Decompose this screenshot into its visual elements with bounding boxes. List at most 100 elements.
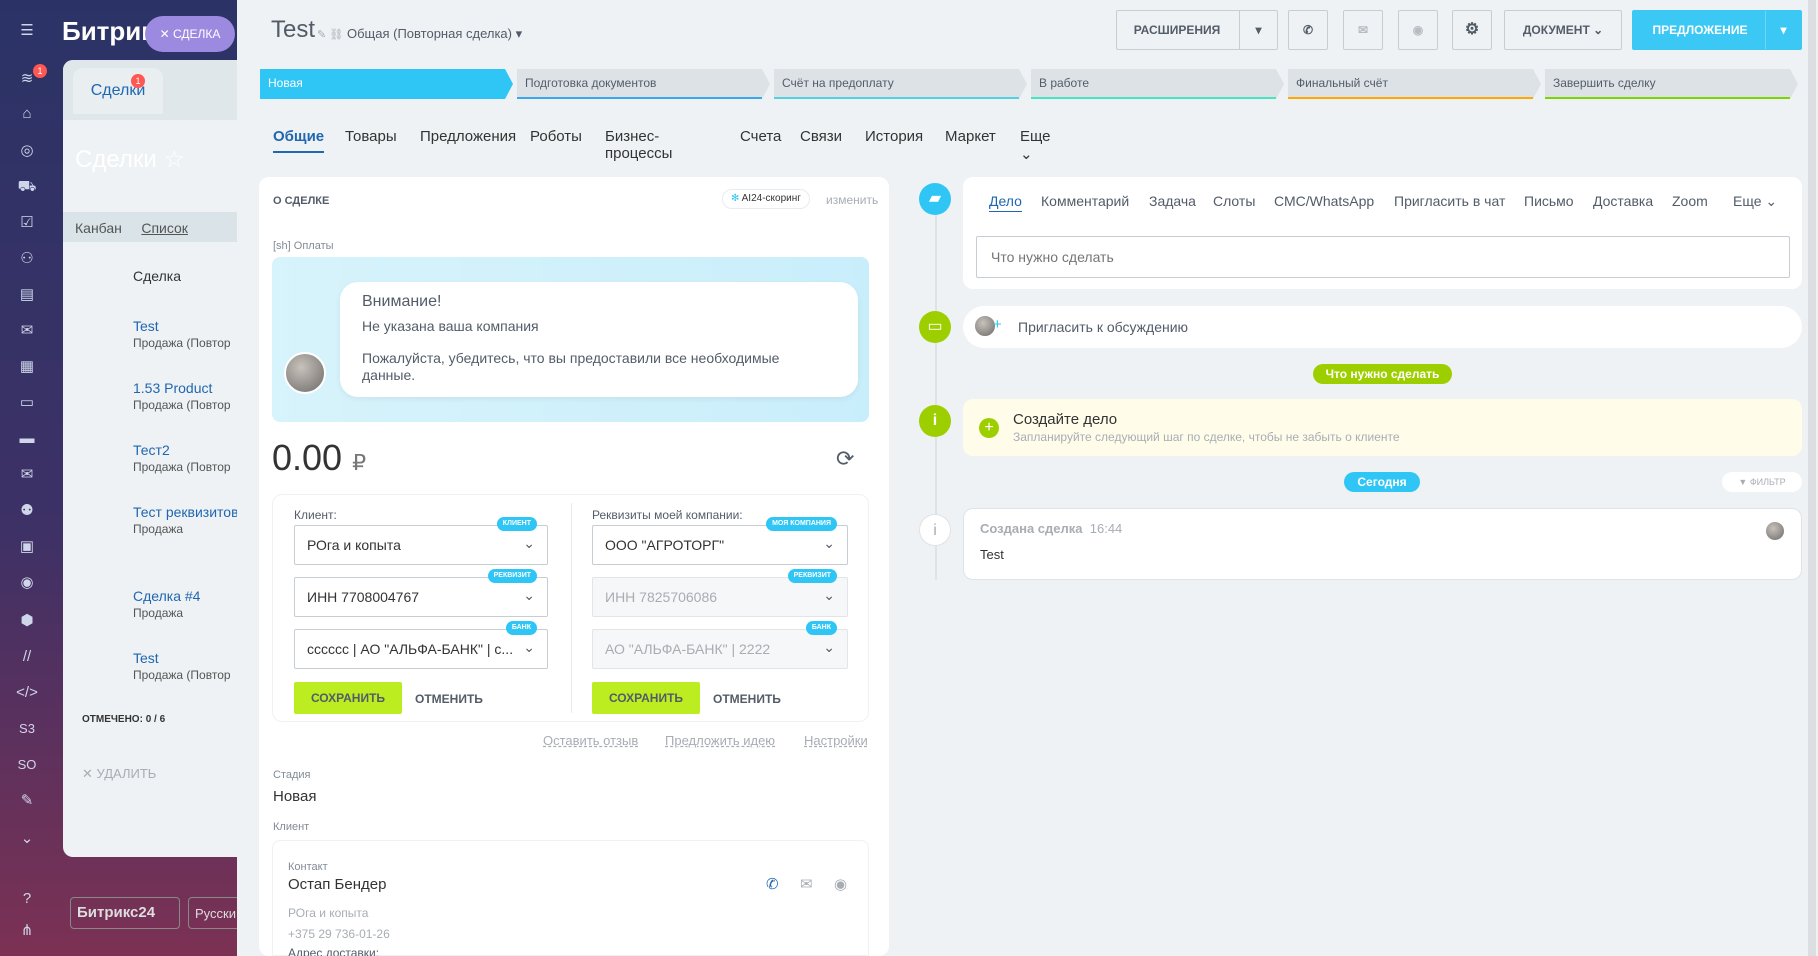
activity-tab-invite[interactable]: Пригласить в чат bbox=[1394, 193, 1505, 209]
proposal-button[interactable]: ПРЕДЛОЖЕНИЕ ▾ bbox=[1632, 10, 1802, 50]
my-bank-select[interactable]: АО "АЛЬФА-БАНК" | 2222 ⌄ БАНК bbox=[592, 621, 848, 669]
view-list[interactable]: Список bbox=[141, 220, 188, 236]
card-icon[interactable]: ▣ bbox=[16, 536, 38, 558]
tab-proposals[interactable]: Предложения bbox=[420, 128, 516, 145]
add-icon[interactable]: + bbox=[979, 418, 999, 438]
activity-icon: ▰ bbox=[919, 183, 951, 215]
my-inn-select[interactable]: ИНН 7825706086 ⌄ РЕКВИЗИТ bbox=[592, 569, 848, 617]
scrollbar[interactable] bbox=[1807, 0, 1818, 956]
create-title[interactable]: Создайте дело bbox=[1013, 411, 1117, 428]
idea-link[interactable]: Предложить идею bbox=[665, 733, 775, 748]
stage-field-label: Стадия bbox=[273, 769, 311, 781]
tab-more[interactable]: Еще ⌄ bbox=[1020, 128, 1051, 163]
s3-icon[interactable]: S3 bbox=[16, 718, 38, 740]
client-select[interactable]: РОга и копыта ⌄ КЛИЕНТ bbox=[294, 517, 548, 565]
activity-tab-more[interactable]: Еще ⌄ bbox=[1733, 193, 1777, 210]
delete-label: УДАЛИТЬ bbox=[96, 766, 157, 781]
my-save-button[interactable]: СОХРАНИТЬ bbox=[592, 682, 700, 714]
my-bank: АО "АЛЬФА-БАНК" | 2222 bbox=[605, 641, 771, 657]
client-cancel-button[interactable]: ОТМЕНИТЬ bbox=[415, 692, 483, 706]
title-edit-icon[interactable]: ✎ ⛓ bbox=[317, 28, 343, 41]
menu-icon[interactable]: ☰ bbox=[16, 20, 38, 42]
mail-icon[interactable]: ✉ bbox=[16, 464, 38, 486]
home-icon[interactable]: ⌂ bbox=[16, 103, 38, 125]
cart-icon[interactable]: ⛟ bbox=[16, 176, 38, 198]
activity-tab-sms[interactable]: СМС/WhatsApp bbox=[1274, 193, 1374, 209]
deal-chip[interactable]: ✕ СДЕЛКА bbox=[145, 16, 235, 52]
mail-icon[interactable]: ✉ bbox=[1343, 10, 1383, 50]
edit-link[interactable]: изменить bbox=[826, 193, 878, 207]
market-icon[interactable]: // bbox=[16, 646, 38, 668]
box-icon[interactable]: ⬢ bbox=[16, 610, 38, 632]
invite-label[interactable]: Пригласить к обсуждению bbox=[1018, 319, 1188, 335]
footer-logo[interactable]: Битрикс24 bbox=[70, 897, 180, 929]
stage-in-progress[interactable]: В работе bbox=[1031, 69, 1284, 99]
stage-prepay-invoice[interactable]: Счёт на предоплату bbox=[774, 69, 1027, 99]
activity-tab-email[interactable]: Письмо bbox=[1524, 193, 1574, 209]
activity-tab-delivery[interactable]: Доставка bbox=[1593, 193, 1653, 209]
target-icon[interactable]: ◎ bbox=[16, 140, 38, 162]
activity-tab-comment[interactable]: Комментарий bbox=[1041, 193, 1129, 209]
calendar-icon[interactable]: ▦ bbox=[16, 356, 38, 378]
tab-robots[interactable]: Роботы bbox=[530, 128, 582, 145]
activity-tab-task[interactable]: Задача bbox=[1149, 193, 1196, 209]
tab-products[interactable]: Товары bbox=[345, 128, 397, 145]
contact-chat-icon[interactable]: ◉ bbox=[834, 875, 847, 893]
phone-icon[interactable]: ✆ bbox=[1288, 10, 1328, 50]
docs-icon[interactable]: ▤ bbox=[16, 284, 38, 306]
activity-tab-deal[interactable]: Дело bbox=[989, 193, 1022, 212]
tab-invoices[interactable]: Счета bbox=[740, 128, 781, 145]
filter-button[interactable]: ▼ ФИЛЬТР bbox=[1722, 472, 1802, 492]
tab-links[interactable]: Связи bbox=[800, 128, 842, 145]
tasks-icon[interactable]: ☑ bbox=[16, 212, 38, 234]
extensions-button[interactable]: РАСШИРЕНИЯ ▾ bbox=[1116, 10, 1278, 50]
tab-deals[interactable]: Сделки 1 bbox=[73, 68, 163, 114]
stage-field-value[interactable]: Новая bbox=[273, 788, 316, 805]
todo-input[interactable] bbox=[976, 236, 1790, 278]
client-inn-select[interactable]: ИНН 7708004767 ⌄ РЕКВИЗИТ bbox=[294, 569, 548, 617]
deal-category[interactable]: Общая (Повторная сделка) ▾ bbox=[347, 26, 522, 42]
extensions-dropdown-icon[interactable]: ▾ bbox=[1239, 11, 1277, 49]
chat-icon[interactable]: ◉ bbox=[1398, 10, 1438, 50]
feedback-link[interactable]: Оставить отзыв bbox=[543, 733, 638, 748]
contact-mail-icon[interactable]: ✉ bbox=[800, 875, 813, 893]
document-button[interactable]: ДОКУМЕНТ ⌄ bbox=[1504, 10, 1622, 50]
contact-phone[interactable]: +375 29 736-01-26 bbox=[288, 927, 390, 941]
code-icon[interactable]: </> bbox=[16, 682, 38, 704]
proposal-dropdown-icon[interactable]: ▾ bbox=[1765, 11, 1801, 49]
crm-icon[interactable]: ⚇ bbox=[16, 248, 38, 270]
my-cancel-button[interactable]: ОТМЕНИТЬ bbox=[713, 692, 781, 706]
stage-finish[interactable]: Завершить сделку bbox=[1545, 69, 1798, 99]
tab-market[interactable]: Маркет bbox=[945, 128, 996, 145]
activity-tab-slots[interactable]: Слоты bbox=[1213, 193, 1255, 209]
stage-prep-docs[interactable]: Подготовка документов bbox=[517, 69, 770, 99]
stage-final-invoice[interactable]: Финальный счёт bbox=[1288, 69, 1541, 99]
client-bank-select[interactable]: cccccc | АО "АЛЬФА-БАНК" | с... ⌄ БАНК bbox=[294, 621, 548, 669]
client-save-button[interactable]: СОХРАНИТЬ bbox=[294, 682, 402, 714]
robot-icon[interactable]: ◉ bbox=[16, 572, 38, 594]
refresh-icon[interactable]: ⟳ bbox=[836, 446, 854, 472]
store-icon[interactable]: ▬ bbox=[16, 428, 38, 450]
view-kanban[interactable]: Канбан bbox=[75, 220, 122, 236]
ai-scoring-chip[interactable]: ✻ AI24-скоринг bbox=[722, 189, 810, 209]
contact-name[interactable]: Остап Бендер bbox=[288, 876, 386, 893]
help-icon[interactable]: ? bbox=[16, 888, 38, 910]
history-deal-name[interactable]: Test bbox=[980, 547, 1004, 562]
file-icon[interactable]: ▭ bbox=[16, 392, 38, 414]
so-icon[interactable]: SO bbox=[16, 754, 38, 776]
scrollbar-thumb[interactable] bbox=[1808, 0, 1816, 956]
contact-phone-icon[interactable]: ✆ bbox=[766, 875, 779, 893]
tab-history[interactable]: История bbox=[865, 128, 923, 145]
stage-new[interactable]: Новая bbox=[260, 69, 513, 99]
tab-business-processes[interactable]: Бизнес-процессы bbox=[605, 128, 672, 162]
chat-icon[interactable]: ✉ bbox=[16, 320, 38, 342]
activity-tab-zoom[interactable]: Zoom bbox=[1672, 193, 1708, 209]
my-company-select[interactable]: ООО "АГРОТОРГ" ⌄ МОЯ КОМПАНИЯ bbox=[592, 517, 848, 565]
structure-icon[interactable]: ⋔ bbox=[16, 920, 38, 942]
settings-link[interactable]: Настройки bbox=[804, 733, 868, 748]
group-icon[interactable]: ⚉ bbox=[16, 500, 38, 522]
more-icon[interactable]: ⌄ bbox=[16, 828, 38, 850]
tab-general[interactable]: Общие bbox=[273, 128, 325, 153]
sign-icon[interactable]: ✎ bbox=[16, 790, 38, 812]
gear-icon[interactable]: ⚙ bbox=[1452, 10, 1492, 50]
